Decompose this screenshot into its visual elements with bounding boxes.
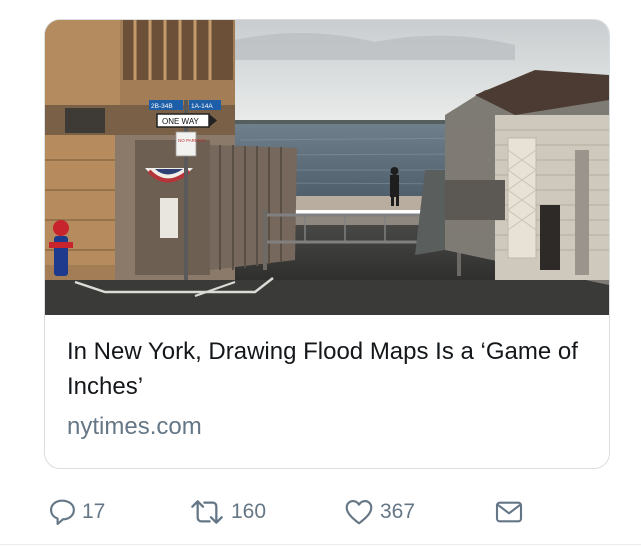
direct-message-icon xyxy=(495,501,523,523)
article-title[interactable]: In New York, Drawing Flood Maps Is a ‘Ga… xyxy=(67,334,587,404)
like-icon xyxy=(345,500,373,525)
parking-sign-text: NO PARKING xyxy=(178,138,206,143)
article-domain: nytimes.com xyxy=(67,413,202,440)
reply-count: 17 xyxy=(82,500,106,523)
tweet-actions-bar: 17 160 367 xyxy=(0,490,641,534)
retweet-icon xyxy=(191,500,223,524)
reply-icon xyxy=(49,499,75,526)
like-button[interactable]: 367 xyxy=(342,490,415,534)
reply-button[interactable]: 17 xyxy=(46,490,105,534)
street-sign-text-2: 1A-14A xyxy=(191,103,213,110)
retweet-button[interactable]: 160 xyxy=(187,490,266,534)
divider xyxy=(0,544,641,545)
link-preview-card[interactable]: 2B-34B 1A-14A ONE WAY NO PARKING In New … xyxy=(44,19,610,469)
direct-message-button[interactable] xyxy=(493,490,525,534)
street-sign-text-1: 2B-34B xyxy=(151,103,173,110)
one-way-sign-text: ONE WAY xyxy=(162,117,200,126)
like-count: 367 xyxy=(380,500,416,523)
article-photo: 2B-34B 1A-14A ONE WAY NO PARKING xyxy=(45,20,609,315)
retweet-count: 160 xyxy=(231,500,267,523)
